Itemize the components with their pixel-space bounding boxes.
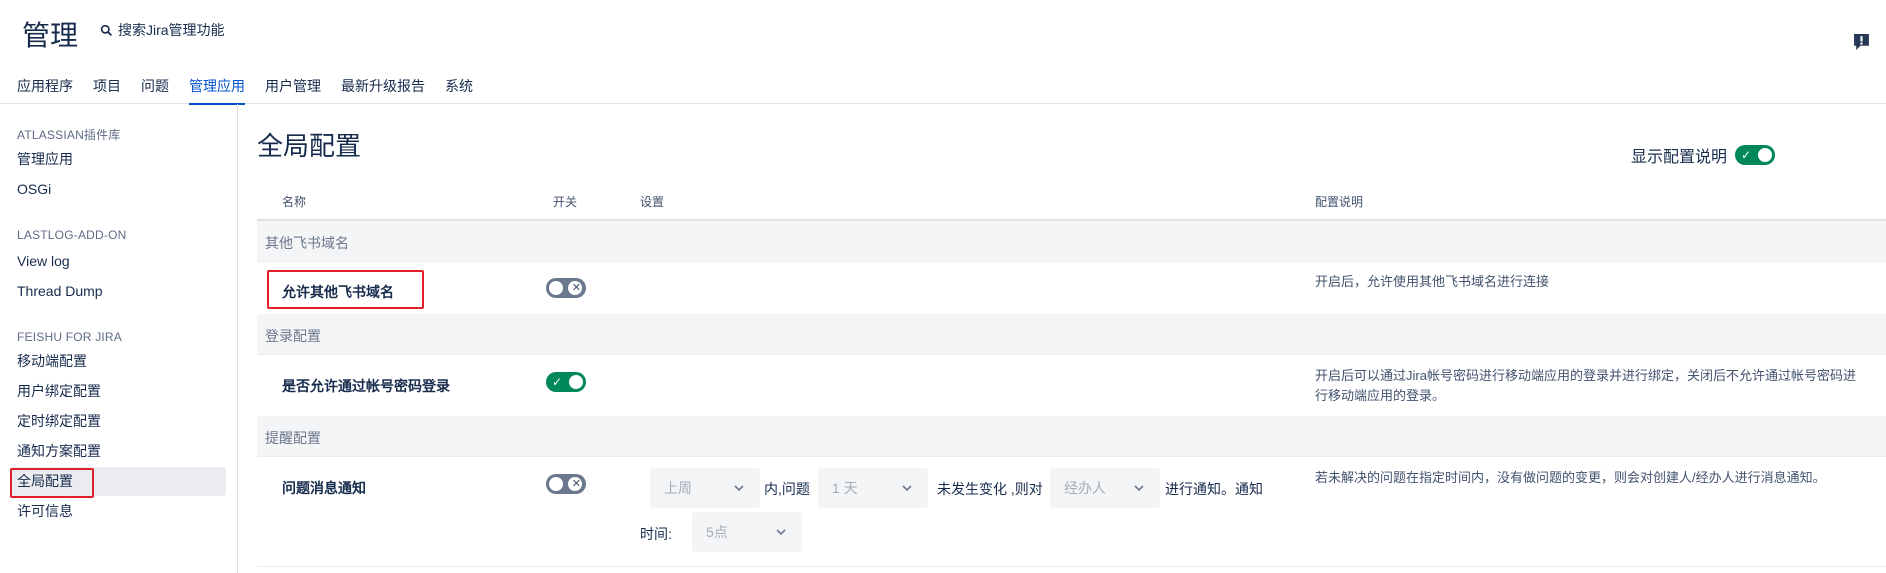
duration-select[interactable]: 1 天 [818, 468, 928, 508]
config-name: 是否允许通过帐号密码登录 [282, 378, 450, 394]
sidebar-item-license[interactable]: 许可信息 [10, 497, 226, 526]
search-label: 搜索Jira管理功能 [118, 22, 225, 38]
target-select-value: 经办人 [1064, 480, 1106, 496]
config-description: 若未解决的问题在指定时间内，没有做问题的变更，则会对创建人/经办人进行消息通知。 [1315, 470, 1826, 485]
allow-other-domain-toggle[interactable]: ✕ [546, 278, 586, 298]
sidebar-item-manage-apps[interactable]: 管理应用 [10, 145, 226, 174]
sidebar-item-thread-dump[interactable]: Thread Dump [10, 277, 226, 306]
row-divider [257, 566, 1886, 567]
sidebar-item-global-config[interactable]: 全局配置 [10, 467, 226, 496]
tab-user-management[interactable]: 用户管理 [265, 72, 321, 104]
config-description: 开启后，允许使用其他飞书域名进行连接 [1315, 274, 1550, 289]
page-title: 全局配置 [257, 131, 362, 161]
issue-notification-toggle[interactable]: ✕ [546, 474, 586, 494]
group-header: 登录配置 [257, 314, 1886, 355]
toggle-knob [549, 477, 563, 491]
chevron-down-icon [1134, 485, 1144, 492]
admin-title: 管理 [22, 20, 79, 51]
feedback-icon[interactable] [1853, 33, 1870, 51]
group-title: 登录配置 [265, 328, 321, 344]
group-header: 其他飞书域名 [257, 221, 1886, 262]
group-title: 提醒配置 [265, 430, 321, 446]
sidebar-item-osgi[interactable]: OSGi [10, 175, 226, 204]
tab-system[interactable]: 系统 [445, 72, 473, 104]
column-header-switch: 开关 [553, 195, 578, 209]
chevron-down-icon [776, 529, 786, 536]
column-header-name: 名称 [282, 195, 307, 209]
column-header-description: 配置说明 [1315, 195, 1364, 209]
time-label: 时间: [640, 526, 672, 542]
target-select[interactable]: 经办人 [1050, 468, 1160, 508]
sidebar-item-mobile-config[interactable]: 移动端配置 [10, 347, 226, 376]
admin-tabs: 应用程序 项目 问题 管理应用 用户管理 最新升级报告 系统 [17, 72, 493, 105]
settings-text: 进行通知。通知 [1165, 481, 1263, 497]
close-icon: ✕ [571, 282, 581, 294]
settings-text: 内,问题 [764, 481, 810, 497]
sidebar-item-view-log[interactable]: View log [10, 247, 226, 276]
tab-projects[interactable]: 项目 [93, 72, 121, 104]
close-icon: ✕ [571, 478, 581, 490]
sidebar-item-user-binding[interactable]: 用户绑定配置 [10, 377, 226, 406]
toggle-knob [549, 281, 563, 295]
sidebar-section-title: ATLASSIAN插件库 [17, 128, 121, 142]
config-name: 允许其他飞书域名 [282, 284, 394, 300]
top-header: 管理 搜索Jira管理功能 应用程序 项目 问题 管理应用 用户管理 最新升级报… [0, 0, 1886, 105]
password-login-toggle[interactable]: ✓ [546, 372, 586, 392]
admin-search[interactable]: 搜索Jira管理功能 [100, 20, 225, 40]
tab-manage-apps[interactable]: 管理应用 [189, 72, 245, 105]
toggle-knob [1758, 148, 1773, 162]
show-description-toggle[interactable]: ✓ [1735, 145, 1776, 165]
column-header-settings: 设置 [640, 195, 665, 209]
toggle-knob [569, 375, 583, 389]
tab-apps[interactable]: 应用程序 [17, 72, 73, 104]
time-select[interactable]: 5点 [692, 512, 802, 552]
chevron-down-icon [734, 485, 744, 492]
config-description: 开启后可以通过Jira帐号密码进行移动端应用的登录并进行绑定，关闭后不允许通过帐… [1315, 368, 1856, 403]
period-select[interactable]: 上周 [650, 468, 760, 508]
sidebar-section-title: FEISHU FOR JIRA [17, 330, 123, 344]
period-select-value: 上周 [664, 480, 692, 496]
show-description-control: 显示配置说明 ✓ [1631, 143, 1776, 167]
tab-upgrade-report[interactable]: 最新升级报告 [341, 72, 425, 104]
group-title: 其他飞书域名 [265, 235, 349, 251]
chevron-down-icon [902, 485, 912, 492]
show-description-label: 显示配置说明 [1631, 149, 1728, 166]
settings-text: 未发生变化 ,则对 [937, 481, 1043, 497]
tab-issues[interactable]: 问题 [141, 72, 169, 104]
sidebar-section-title: LASTLOG-ADD-ON [17, 228, 127, 242]
sidebar: ATLASSIAN插件库 管理应用 OSGi LASTLOG-ADD-ON Vi… [0, 104, 238, 573]
time-select-value: 5点 [706, 524, 728, 540]
check-icon: ✓ [1741, 148, 1752, 162]
check-icon: ✓ [552, 375, 563, 389]
sidebar-item-scheduled-binding[interactable]: 定时绑定配置 [10, 407, 226, 436]
group-header: 提醒配置 [257, 416, 1886, 457]
sidebar-item-notification-scheme[interactable]: 通知方案配置 [10, 437, 226, 466]
duration-select-value: 1 天 [832, 480, 858, 496]
config-name: 问题消息通知 [282, 480, 366, 496]
search-icon [100, 24, 113, 36]
